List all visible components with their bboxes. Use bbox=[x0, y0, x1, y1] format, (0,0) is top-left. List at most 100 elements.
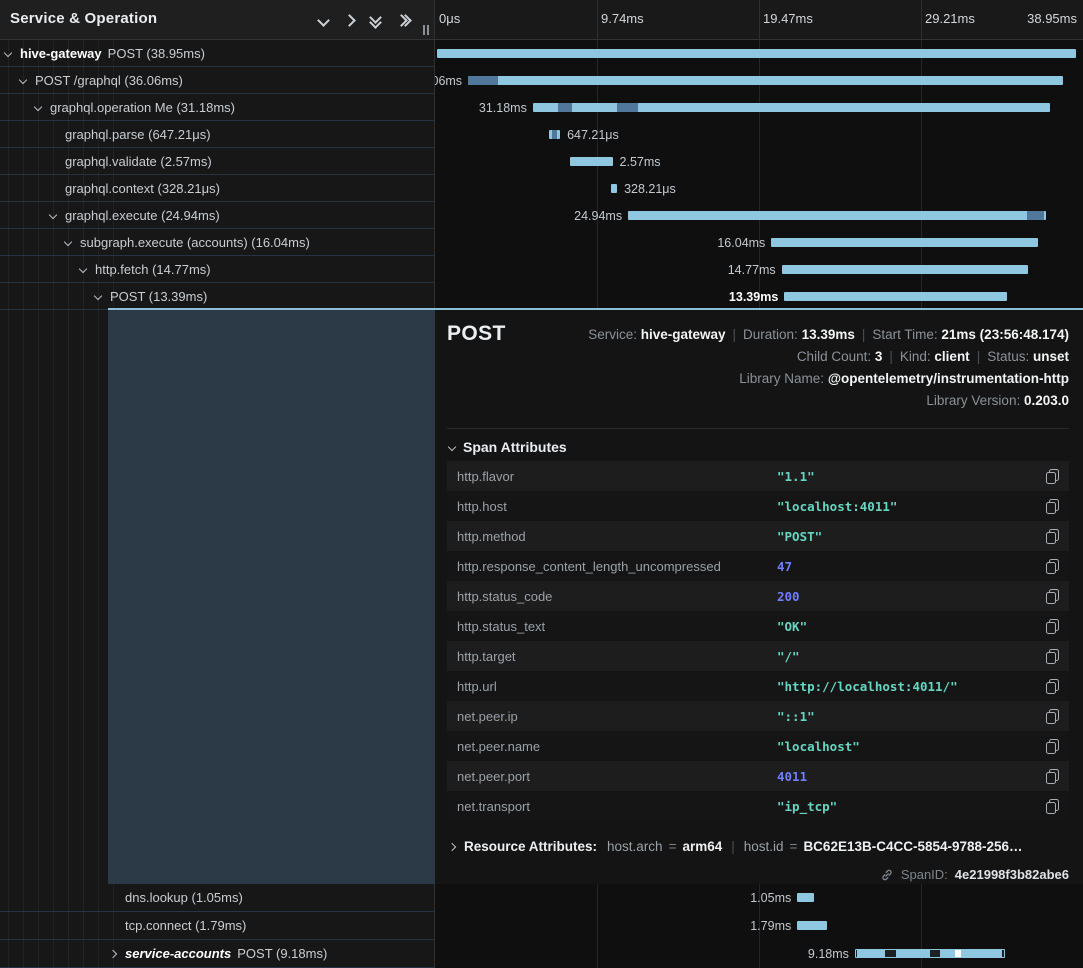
span-bar-row[interactable]: 24.94ms bbox=[435, 202, 1083, 229]
span-tree-row[interactable]: graphql.operation Me (31.18ms) bbox=[0, 94, 435, 121]
span-tree-row[interactable]: hive-gatewayPOST (38.95ms) bbox=[0, 40, 435, 67]
copy-icon[interactable] bbox=[1046, 529, 1059, 544]
span-detail-title: POST bbox=[447, 322, 506, 346]
chevron-down-icon[interactable] bbox=[20, 77, 35, 83]
span-bar-row[interactable] bbox=[435, 40, 1083, 67]
span-tree: hive-gatewayPOST (38.95ms) POST /graphql … bbox=[0, 40, 435, 310]
copy-icon[interactable] bbox=[1046, 739, 1059, 754]
bar-segment bbox=[558, 103, 572, 112]
span-id-row: SpanID: 4e21998f3b82abe6 bbox=[880, 867, 1069, 882]
span-bar[interactable] bbox=[797, 893, 814, 902]
span-bar[interactable] bbox=[782, 265, 1028, 274]
copy-icon[interactable] bbox=[1046, 799, 1059, 814]
span-bar[interactable] bbox=[797, 921, 827, 930]
meta-value: 13.39ms bbox=[802, 327, 855, 342]
span-bar-row[interactable]: 13.39ms bbox=[435, 283, 1083, 310]
attr-key: http.url bbox=[457, 679, 497, 694]
attr-row: http.status_code200 bbox=[447, 581, 1069, 611]
chevron-down-icon[interactable] bbox=[80, 266, 95, 272]
chevron-down-icon[interactable] bbox=[319, 16, 328, 25]
span-tree-row[interactable]: POST /graphql (36.06ms) bbox=[0, 67, 435, 94]
span-tree-row[interactable]: graphql.execute (24.94ms) bbox=[0, 202, 435, 229]
chevron-down-icon[interactable] bbox=[35, 104, 50, 110]
span-attributes-header[interactable]: Span Attributes bbox=[449, 439, 567, 455]
resource-separator: | bbox=[731, 839, 735, 854]
duration-label: 31.18ms bbox=[479, 101, 527, 115]
span-tree-row[interactable]: POST (13.39ms) bbox=[0, 283, 435, 310]
span-bar-row[interactable]: 1.79ms bbox=[435, 912, 1083, 940]
double-chevron-right-icon[interactable] bbox=[397, 16, 410, 25]
chevron-down-icon[interactable] bbox=[65, 239, 80, 245]
span-bar[interactable] bbox=[549, 130, 560, 139]
span-bar[interactable] bbox=[628, 211, 1046, 220]
meta-separator: | bbox=[970, 349, 988, 364]
attr-row: net.peer.name"localhost" bbox=[447, 731, 1069, 761]
span-tree-row[interactable]: graphql.validate (2.57ms) bbox=[0, 148, 435, 175]
meta-separator: | bbox=[726, 327, 744, 342]
span-bar-row[interactable]: 647.21μs bbox=[435, 121, 1083, 148]
span-bar[interactable] bbox=[533, 103, 1050, 112]
selected-span-divider bbox=[108, 308, 1083, 310]
span-bar-row[interactable]: 328.21μs bbox=[435, 175, 1083, 202]
chevron-down-icon[interactable] bbox=[50, 212, 65, 218]
span-bar[interactable] bbox=[784, 292, 1006, 301]
span-tree-row[interactable]: subgraph.execute (accounts) (16.04ms) bbox=[0, 229, 435, 256]
panel-resize-handle[interactable] bbox=[423, 25, 429, 35]
operation-label: dns.lookup (1.05ms) bbox=[125, 890, 243, 905]
span-bar[interactable] bbox=[855, 949, 1005, 958]
span-bar-row[interactable]: 1.05ms bbox=[435, 884, 1083, 912]
attr-value: "localhost" bbox=[777, 739, 860, 754]
duration-label: 1.05ms bbox=[750, 891, 791, 905]
attr-row: http.status_text"OK" bbox=[447, 611, 1069, 641]
span-bar[interactable] bbox=[468, 76, 1063, 85]
attr-row: http.host"localhost:4011" bbox=[447, 491, 1069, 521]
span-tree-row[interactable]: tcp.connect (1.79ms) bbox=[0, 912, 435, 940]
span-tree-row[interactable]: service-accountsPOST (9.18ms) bbox=[0, 940, 435, 968]
service-name: service-accounts bbox=[125, 946, 231, 961]
span-tree-row[interactable]: dns.lookup (1.05ms) bbox=[0, 884, 435, 912]
span-bar[interactable] bbox=[771, 238, 1038, 247]
span-tree-row[interactable]: http.fetch (14.77ms) bbox=[0, 256, 435, 283]
double-chevron-down-icon[interactable] bbox=[371, 13, 380, 27]
span-meta-line: Service: hive-gateway|Duration: 13.39ms|… bbox=[588, 324, 1069, 346]
copy-icon[interactable] bbox=[1046, 709, 1059, 724]
bar-segment bbox=[955, 950, 961, 957]
span-tree-row[interactable]: graphql.context (328.21μs) bbox=[0, 175, 435, 202]
span-bar[interactable] bbox=[570, 157, 613, 166]
span-bar-row[interactable]: 2.57ms bbox=[435, 148, 1083, 175]
chevron-right-icon[interactable] bbox=[110, 951, 125, 957]
copy-icon[interactable] bbox=[1046, 589, 1059, 604]
span-tree-bottom: dns.lookup (1.05ms)tcp.connect (1.79ms)s… bbox=[0, 884, 435, 968]
bar-segment bbox=[617, 103, 638, 112]
span-attributes-title: Span Attributes bbox=[463, 439, 567, 455]
copy-icon[interactable] bbox=[1046, 499, 1059, 514]
span-bar-row[interactable]: 14.77ms bbox=[435, 256, 1083, 283]
duration-label: 2.57ms bbox=[620, 155, 661, 169]
meta-value: 0.203.0 bbox=[1024, 393, 1069, 408]
span-bar-row[interactable]: 31.18ms bbox=[435, 94, 1083, 121]
copy-icon[interactable] bbox=[1046, 559, 1059, 574]
attr-value: 200 bbox=[777, 589, 800, 604]
span-bar[interactable] bbox=[437, 49, 1076, 58]
chevron-down-icon[interactable] bbox=[95, 293, 110, 299]
resource-attributes-row[interactable]: Resource Attributes:host.arch=arm64|host… bbox=[449, 839, 1023, 854]
span-bar[interactable] bbox=[611, 184, 617, 193]
operation-label: subgraph.execute (accounts) (16.04ms) bbox=[80, 235, 310, 250]
timeline-bars-bottom: 1.05ms 1.79ms9.18ms bbox=[435, 884, 1083, 968]
equals-sign: = bbox=[669, 839, 677, 854]
span-bar-row[interactable]: 16.04ms bbox=[435, 229, 1083, 256]
copy-icon[interactable] bbox=[1046, 769, 1059, 784]
span-bar-row[interactable]: 9.18ms bbox=[435, 940, 1083, 968]
copy-icon[interactable] bbox=[1046, 619, 1059, 634]
span-bar-row[interactable]: 36.06ms bbox=[435, 67, 1083, 94]
chevron-down-icon[interactable] bbox=[5, 50, 20, 56]
span-tree-row[interactable]: graphql.parse (647.21μs) bbox=[0, 121, 435, 148]
ruler-tick-label: 38.95ms bbox=[1027, 11, 1077, 26]
copy-icon[interactable] bbox=[1046, 679, 1059, 694]
operation-label: POST /graphql (36.06ms) bbox=[35, 73, 183, 88]
operation-label: graphql.execute (24.94ms) bbox=[65, 208, 220, 223]
copy-icon[interactable] bbox=[1046, 649, 1059, 664]
copy-icon[interactable] bbox=[1046, 469, 1059, 484]
attr-row: net.peer.port4011 bbox=[447, 761, 1069, 791]
chevron-right-icon[interactable] bbox=[345, 16, 354, 25]
